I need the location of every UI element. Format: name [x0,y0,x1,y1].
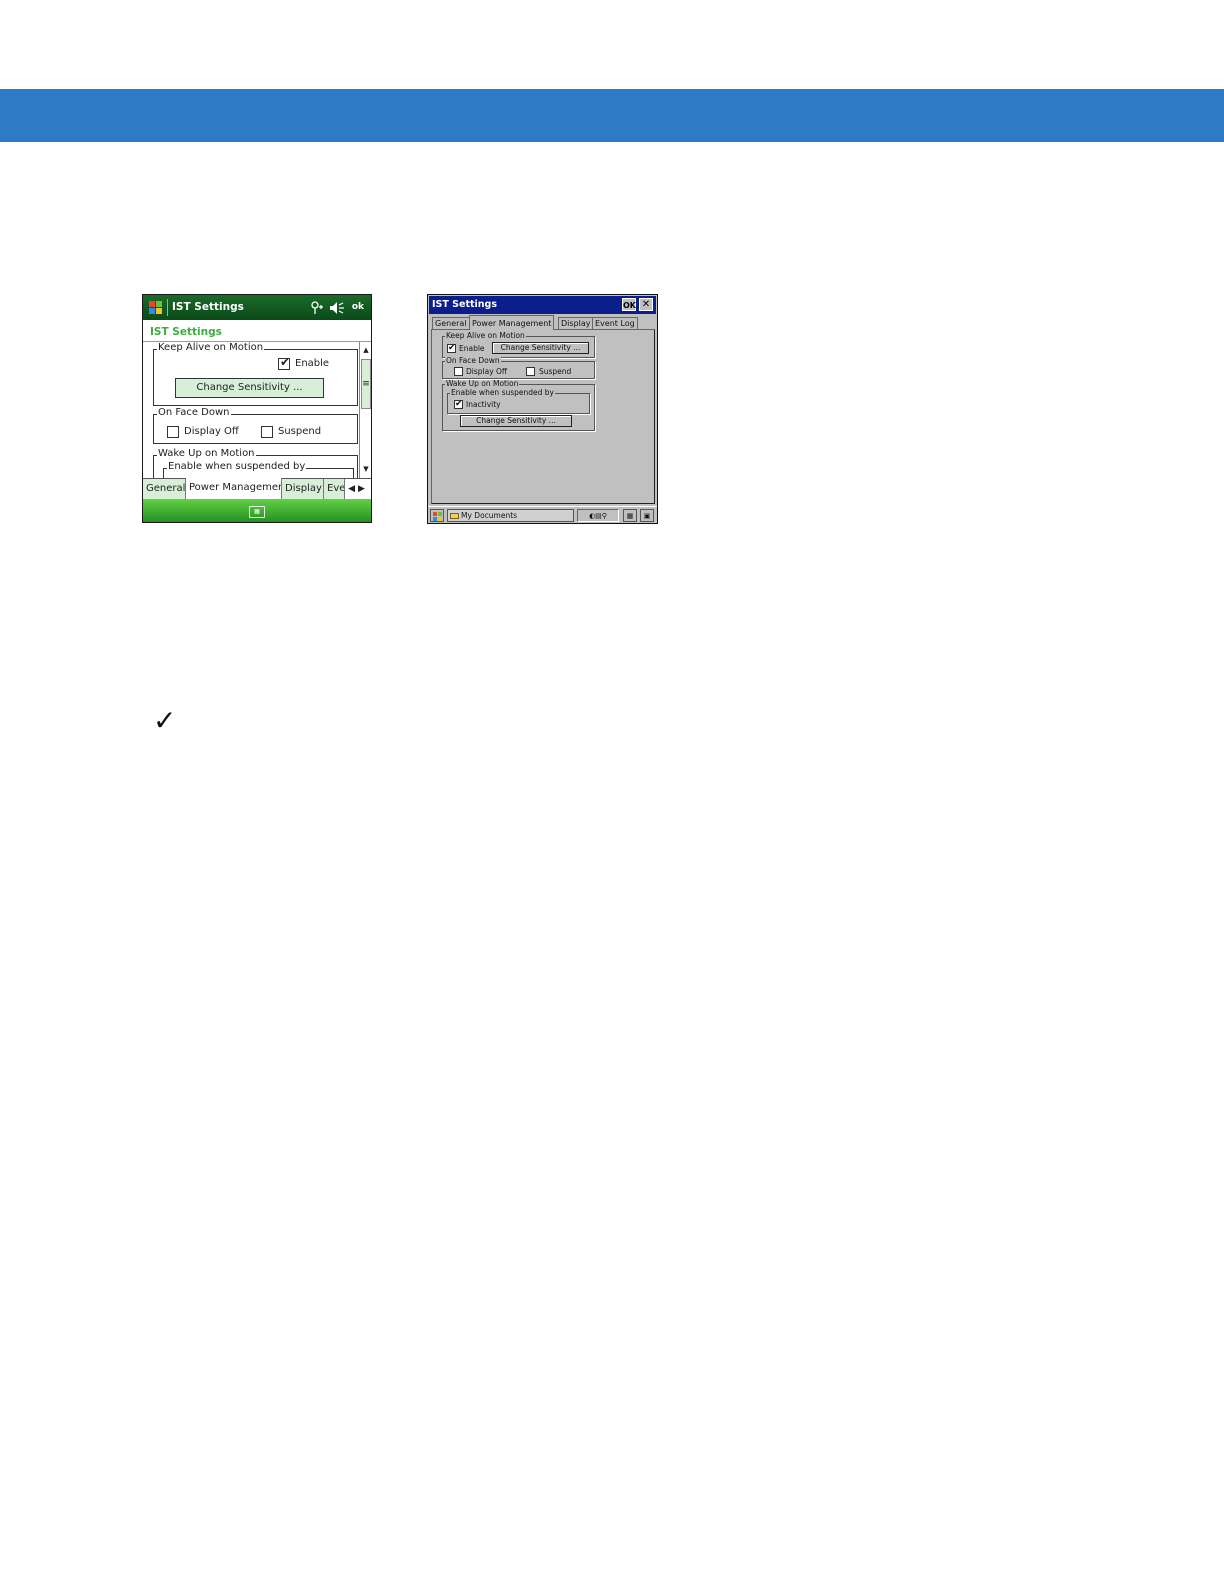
wake-up-label: Wake Up on Motion [157,448,256,459]
ce-screenshot: IST Settings OK ✕ General Power Manageme… [427,294,658,524]
desktop-icon[interactable]: ▣ [640,509,654,522]
arrow-left-icon[interactable]: ◀ [348,484,358,494]
suspend-checkbox[interactable] [526,367,535,376]
check-mark-icon: ✔ [280,355,291,369]
wake-change-sensitivity-button[interactable]: Change Sensitivity ... [460,415,572,427]
tab-bar: General Power Management Display Eve ◀▶ [143,478,371,499]
ce-title-bar: IST Settings OK ✕ [429,296,656,314]
taskbar-my-documents[interactable]: My Documents [447,509,574,522]
system-tray[interactable]: ◐▤⚲ [577,509,619,522]
face-down-label: On Face Down [157,407,231,418]
enable-checkbox[interactable]: ✔ [278,355,291,370]
wm-title-bar: IST Settings ok [143,295,371,320]
tab-power-management[interactable]: Power Management [186,478,282,499]
tab-panel: Keep Alive on Motion ✔ Enable Change Sen… [431,329,655,504]
window-title: IST Settings [172,301,244,313]
vertical-scrollbar[interactable]: ▲ ≡ ▼ [359,342,371,478]
ok-button[interactable]: OK [622,298,636,311]
windows-logo-icon[interactable] [148,300,163,315]
display-off-checkbox[interactable] [167,426,179,438]
suspend-label: Suspend [278,426,322,437]
arrow-right-icon[interactable]: ▶ [358,484,368,494]
scroll-down-icon[interactable]: ▼ [360,462,371,476]
close-button[interactable]: ✕ [639,298,653,311]
menu-bar: ▦ [143,499,371,522]
taskbar: My Documents ◐▤⚲ ▦ ▣ [428,506,657,523]
display-off-label: Display Off [466,367,508,376]
scroll-thumb[interactable]: ≡ [361,359,371,409]
title-separator [167,299,168,316]
tab-power-management[interactable]: Power Management [469,315,555,330]
tab-display[interactable]: Display [282,479,324,499]
checkmark-icon: ✓ [153,704,177,737]
change-sensitivity-button[interactable]: Change Sensitivity ... [492,342,589,354]
suspend-label: Suspend [539,367,572,376]
page-subtitle: IST Settings [150,326,222,338]
scroll-up-icon[interactable]: ▲ [360,343,371,357]
start-button[interactable] [430,509,444,522]
speaker-icon[interactable] [329,301,345,315]
header-band [0,89,1224,142]
display-off-checkbox[interactable] [454,367,463,376]
enable-when-suspended-label: Enable when suspended by [450,388,555,397]
check-mark-icon: ✔ [448,343,456,353]
display-off-label: Display Off [184,426,239,437]
tray-icons[interactable]: ◐▤⚲ [589,512,607,520]
tab-event-log[interactable]: Eve [324,479,346,499]
inactivity-label: Inactivity [466,400,501,409]
keyboard-icon[interactable]: ▦ [249,506,265,518]
inactivity-checkbox[interactable]: ✔ [454,399,463,409]
connectivity-icon[interactable] [310,301,324,315]
check-mark-icon: ✔ [455,399,463,409]
keep-alive-label: Keep Alive on Motion [445,331,526,340]
keyboard-icon[interactable]: ▦ [623,509,637,522]
face-down-label: On Face Down [445,356,501,365]
suspend-checkbox[interactable] [261,426,273,438]
enable-label: Enable [459,344,485,353]
ok-button[interactable]: ok [352,302,364,312]
change-sensitivity-button[interactable]: Change Sensitivity ... [175,378,324,398]
wm-screenshot: IST Settings ok IST Settings Keep Alive … [142,294,372,523]
folder-icon [450,513,459,519]
settings-content: Keep Alive on Motion ✔ Enable Change Sen… [143,342,359,478]
keep-alive-label: Keep Alive on Motion [157,342,265,353]
tab-general[interactable]: General [143,479,186,499]
enable-when-suspended-label: Enable when suspended by [167,461,307,472]
wake-up-label: Wake Up on Motion [445,379,520,388]
enable-checkbox[interactable]: ✔ [447,343,456,353]
tab-scroll-arrows[interactable]: ◀▶ [344,479,371,499]
window-title: IST Settings [432,299,498,310]
task-label: My Documents [461,511,518,520]
enable-label: Enable [295,358,330,369]
